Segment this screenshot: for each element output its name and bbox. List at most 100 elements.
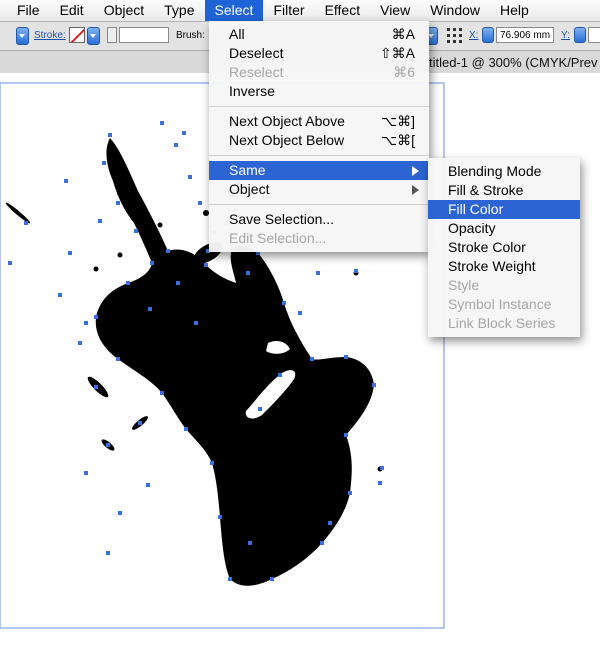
anchor-point[interactable]: [184, 427, 188, 431]
anchor-point[interactable]: [118, 511, 122, 515]
anchor-point[interactable]: [94, 315, 98, 319]
anchor-point[interactable]: [58, 293, 62, 297]
anchor-point[interactable]: [24, 221, 28, 225]
reference-point-icon[interactable]: [446, 27, 463, 44]
anchor-point[interactable]: [150, 261, 154, 265]
anchor-point[interactable]: [310, 357, 314, 361]
menu-view[interactable]: View: [370, 0, 420, 21]
anchor-point[interactable]: [148, 307, 152, 311]
x-label: X:: [469, 30, 479, 41]
anchor-point[interactable]: [258, 407, 262, 411]
x-field[interactable]: 76.906 mm: [496, 27, 554, 43]
anchor-point[interactable]: [160, 121, 164, 125]
anchor-point[interactable]: [138, 421, 142, 425]
menu-item-next-object-above[interactable]: Next Object Above ⌥⌘]: [209, 112, 429, 131]
stroke-weight-field[interactable]: [119, 27, 169, 43]
stroke-none-swatch[interactable]: [69, 27, 85, 43]
menu-effect[interactable]: Effect: [315, 0, 371, 21]
menu-window[interactable]: Window: [420, 0, 490, 21]
menu-separator: [209, 204, 429, 205]
submenu-item-stroke-weight[interactable]: Stroke Weight: [428, 257, 580, 276]
menu-type[interactable]: Type: [154, 0, 204, 21]
stroke-weight-stepper[interactable]: [107, 27, 117, 43]
submenu-item-fill-color[interactable]: Fill Color: [428, 200, 580, 219]
x-stepper[interactable]: [482, 27, 494, 43]
anchor-point[interactable]: [174, 143, 178, 147]
anchor-point[interactable]: [160, 391, 164, 395]
menu-select[interactable]: Select: [204, 0, 264, 21]
same-submenu: Blending Mode Fill & Stroke Fill Color O…: [428, 158, 580, 337]
anchor-point[interactable]: [228, 577, 232, 581]
anchor-point[interactable]: [380, 466, 384, 470]
anchor-point[interactable]: [108, 133, 112, 137]
menu-separator: [209, 155, 429, 156]
anchor-point[interactable]: [98, 219, 102, 223]
anchor-point[interactable]: [68, 251, 72, 255]
anchor-point[interactable]: [84, 471, 88, 475]
anchor-point[interactable]: [348, 491, 352, 495]
anchor-point[interactable]: [210, 461, 214, 465]
anchor-point[interactable]: [204, 263, 208, 267]
anchor-point[interactable]: [278, 373, 282, 377]
menu-help[interactable]: Help: [490, 0, 539, 21]
menu-item-inverse[interactable]: Inverse: [209, 82, 429, 101]
anchor-point[interactable]: [320, 541, 324, 545]
menu-edit[interactable]: Edit: [50, 0, 94, 21]
anchor-point[interactable]: [116, 201, 120, 205]
stroke-dropdown-button[interactable]: [87, 27, 100, 45]
anchor-point[interactable]: [354, 269, 358, 273]
stroke-label[interactable]: Stroke:: [34, 30, 66, 41]
anchor-point[interactable]: [378, 481, 382, 485]
anchor-point[interactable]: [106, 443, 110, 447]
anchor-point[interactable]: [102, 161, 106, 165]
anchor-point[interactable]: [298, 311, 302, 315]
menu-item-deselect[interactable]: Deselect ⇧⌘A: [209, 44, 429, 63]
anchor-point[interactable]: [146, 483, 150, 487]
submenu-item-style: Style: [448, 277, 480, 293]
menu-item-save-selection[interactable]: Save Selection...: [209, 210, 429, 229]
anchor-point[interactable]: [8, 261, 12, 265]
anchor-point[interactable]: [218, 515, 222, 519]
anchor-point[interactable]: [126, 281, 130, 285]
anchor-point[interactable]: [372, 383, 376, 387]
anchor-point[interactable]: [176, 281, 180, 285]
anchor-point[interactable]: [316, 271, 320, 275]
anchor-point[interactable]: [198, 201, 202, 205]
menu-item-object[interactable]: Object: [209, 180, 429, 199]
submenu-arrow-icon: [412, 185, 419, 195]
submenu-item-fill-and-stroke[interactable]: Fill & Stroke: [428, 181, 580, 200]
select-menu-dropdown: All ⌘A Deselect ⇧⌘A Reselect ⌘6 Inverse Nex…: [209, 21, 429, 252]
submenu-arrow-icon: [412, 166, 419, 176]
menu-item-next-object-below[interactable]: Next Object Below ⌥⌘[: [209, 131, 429, 150]
anchor-point[interactable]: [182, 131, 186, 135]
anchor-point[interactable]: [64, 179, 68, 183]
anchor-point[interactable]: [78, 341, 82, 345]
fill-dropdown-button[interactable]: [16, 27, 29, 45]
anchor-point[interactable]: [270, 577, 274, 581]
anchor-point[interactable]: [84, 321, 88, 325]
submenu-item-blending-mode[interactable]: Blending Mode: [428, 162, 580, 181]
anchor-point[interactable]: [344, 355, 348, 359]
anchor-point[interactable]: [134, 229, 138, 233]
anchor-point[interactable]: [246, 271, 250, 275]
y-field[interactable]: [588, 27, 600, 43]
anchor-point[interactable]: [344, 433, 348, 437]
anchor-point[interactable]: [282, 301, 286, 305]
menu-item-same[interactable]: Same: [209, 161, 429, 180]
anchor-point[interactable]: [248, 541, 252, 545]
y-stepper[interactable]: [574, 27, 586, 43]
menu-filter[interactable]: Filter: [263, 0, 314, 21]
anchor-point[interactable]: [116, 357, 120, 361]
submenu-item-stroke-color[interactable]: Stroke Color: [428, 238, 580, 257]
anchor-point[interactable]: [328, 521, 332, 525]
menu-file[interactable]: File: [0, 0, 50, 21]
submenu-item-opacity[interactable]: Opacity: [428, 219, 580, 238]
anchor-point[interactable]: [194, 321, 198, 325]
menu-object[interactable]: Object: [94, 0, 154, 21]
menu-item-all[interactable]: All ⌘A: [209, 25, 429, 44]
anchor-point[interactable]: [106, 551, 110, 555]
anchor-point[interactable]: [94, 385, 98, 389]
anchor-point[interactable]: [188, 175, 192, 179]
anchor-point[interactable]: [166, 249, 170, 253]
submenu-item-link-block-series: Link Block Series: [448, 315, 556, 331]
